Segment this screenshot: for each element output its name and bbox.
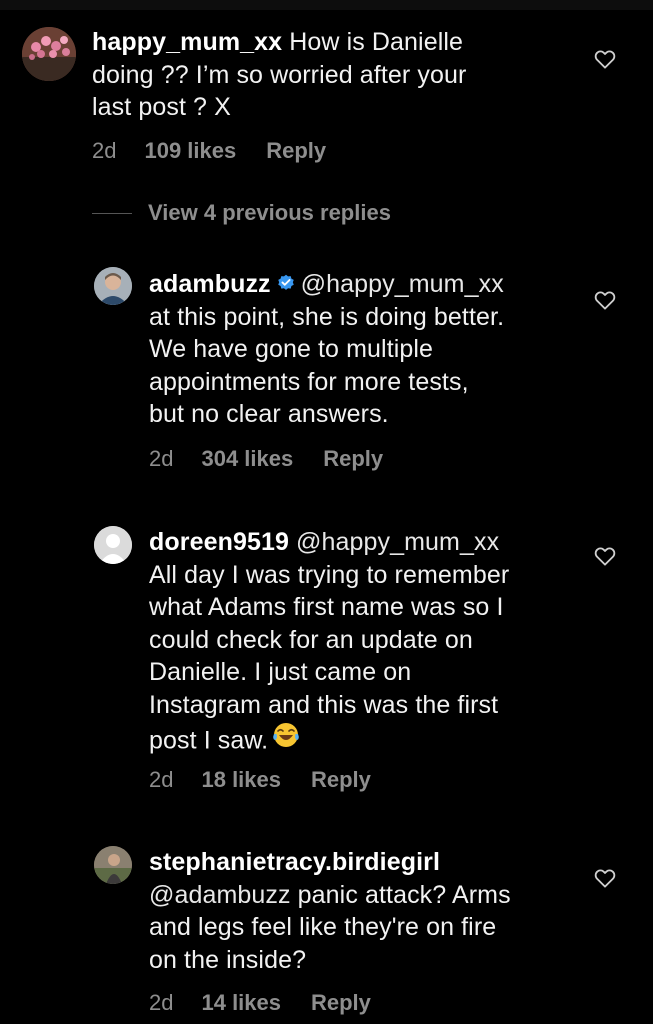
comment-meta: 2d 109 likes Reply [92, 138, 326, 164]
comment-body-line: Instagram and this was the first [149, 690, 499, 719]
tears-of-joy-icon [273, 723, 300, 747]
comment-body-line: We have gone to multiple [149, 335, 434, 363]
person-avatar-icon [94, 267, 132, 305]
comment-meta: 2d 304 likes Reply [149, 446, 383, 472]
comment-time: 2d [92, 138, 117, 163]
comment-body-line: panic attack? Arms [297, 880, 511, 909]
comment-body-line: Danielle. I just came on [149, 658, 412, 686]
comment-text: stephanietracy.birdiegirl @adambuzz pani… [149, 846, 609, 976]
comment-likes[interactable]: 18 likes [201, 767, 281, 793]
reply-button[interactable]: Reply [266, 138, 326, 164]
heart-icon[interactable] [594, 868, 616, 888]
comment-body-line: at this point, she is doing better. [149, 302, 505, 331]
comment-username[interactable]: doreen9519 [149, 528, 289, 556]
comment-body-line: doing ?? I’m so worried after your [92, 60, 467, 89]
comment-body-line: what Adams first name was so I [149, 593, 504, 621]
avatar[interactable] [94, 846, 132, 884]
heart-icon[interactable] [594, 546, 616, 566]
comment-likes[interactable]: 14 likes [201, 990, 281, 1016]
heart-icon[interactable] [594, 290, 616, 310]
verified-badge-icon [277, 275, 294, 291]
comment-body-line: but no clear answers. [149, 400, 389, 428]
comment-time: 2d [149, 446, 174, 471]
default-avatar-icon [94, 526, 132, 564]
view-previous-replies-label: View 4 previous replies [148, 200, 391, 225]
avatar[interactable] [94, 267, 132, 305]
reply-button[interactable]: Reply [323, 446, 383, 472]
replies-divider [92, 212, 132, 214]
heart-icon[interactable] [594, 49, 616, 69]
comment-mention[interactable]: @happy_mum_xx [301, 270, 504, 298]
laughing-emoji [272, 721, 300, 758]
flowers-avatar-icon [22, 27, 76, 81]
reply-button[interactable]: Reply [311, 990, 371, 1016]
comment-body-line: and legs feel like they're on fire [149, 913, 497, 941]
comment-body-line: on the inside? [149, 945, 307, 974]
comment-body-line: could check for an update on [149, 625, 473, 654]
comment-text: adambuzz @happy_mum_xx at this point, sh… [149, 268, 599, 431]
comment-time: 2d [149, 767, 174, 792]
photo-avatar-icon [94, 846, 132, 884]
comment-username[interactable]: adambuzz [149, 270, 271, 298]
avatar[interactable] [94, 526, 132, 564]
comment-text: doreen9519 @happy_mum_xx All day I was t… [149, 526, 609, 763]
comment-likes[interactable]: 304 likes [201, 446, 293, 472]
comment-time: 2d [149, 990, 174, 1015]
comment-meta: 2d 14 likes Reply [149, 990, 371, 1016]
status-strip [0, 0, 653, 10]
comment-body-line: last post ? X [92, 93, 231, 121]
comment-likes[interactable]: 109 likes [144, 138, 236, 164]
comment-username[interactable]: stephanietracy.birdiegirl [149, 848, 440, 876]
comment-body-line: All day I was trying to remember [149, 560, 510, 589]
avatar[interactable] [22, 27, 76, 81]
comment-body-line: appointments for more tests, [149, 367, 469, 396]
comment-mention[interactable]: @adambuzz [149, 881, 291, 909]
comment-mention[interactable]: @happy_mum_xx [296, 528, 499, 556]
reply-button[interactable]: Reply [311, 767, 371, 793]
comment-meta: 2d 18 likes Reply [149, 767, 371, 793]
comment-text: happy_mum_xx How is Danielle doing ?? I’… [92, 26, 572, 124]
comment-body-line: post I saw. [149, 726, 269, 755]
comment-username[interactable]: happy_mum_xx [92, 28, 282, 56]
comment-body-line: How is Danielle [289, 28, 464, 56]
view-previous-replies-button[interactable]: View 4 previous replies [92, 200, 391, 226]
